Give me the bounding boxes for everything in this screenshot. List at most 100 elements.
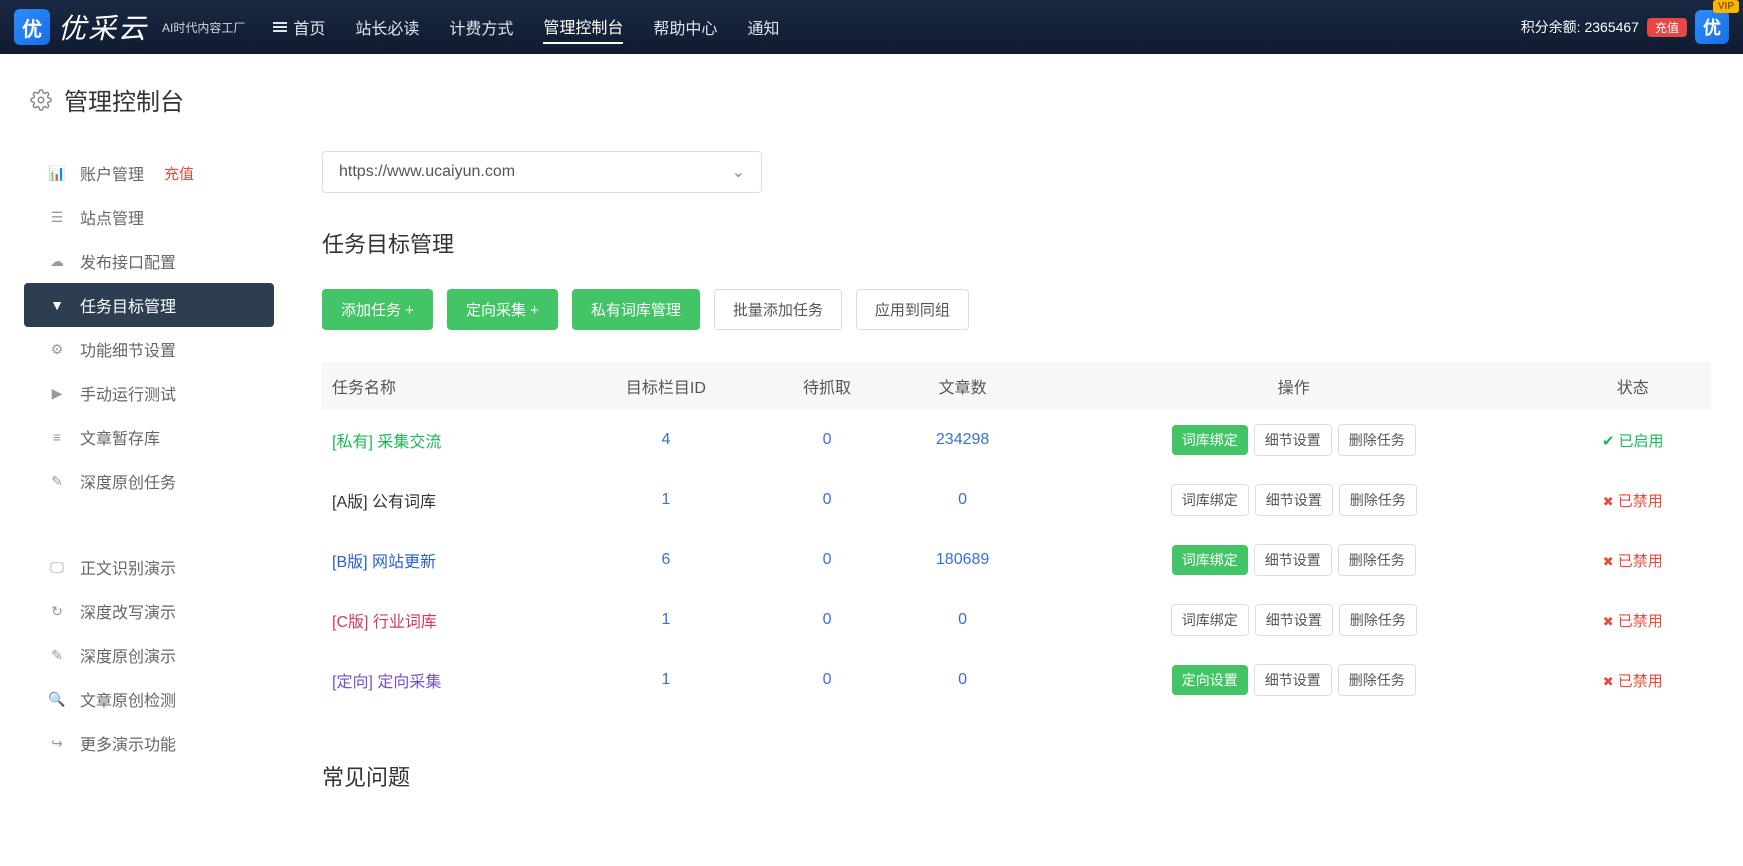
status-badge[interactable]: 已禁用 <box>1603 553 1663 570</box>
task-tag: [私有] <box>332 434 377 451</box>
detail-button[interactable]: 细节设置 <box>1255 604 1333 636</box>
delete-button[interactable]: 删除任务 <box>1338 544 1416 576</box>
pending[interactable]: 0 <box>762 410 892 470</box>
delete-button[interactable]: 删除任务 <box>1339 604 1417 636</box>
tasks-table: 任务名称目标栏目ID待抓取文章数操作状态 [私有] 采集交流40234298词库… <box>322 362 1711 710</box>
status-badge[interactable]: 已启用 <box>1602 433 1664 450</box>
add-task-button[interactable]: 添加任务 + <box>322 289 433 330</box>
pending[interactable]: 0 <box>762 590 892 650</box>
delete-button[interactable]: 删除任务 <box>1338 424 1416 456</box>
sidebar-item[interactable]: ⚙功能细节设置 <box>24 327 274 371</box>
sidebar-item[interactable]: ✎深度原创演示 <box>24 633 274 677</box>
articles[interactable]: 180689 <box>892 530 1033 590</box>
logo-subtitle: AI时代内容工厂 <box>162 19 245 36</box>
logo[interactable]: 优 优采云 AI时代内容工厂 <box>14 7 245 47</box>
avatar[interactable]: 优 VIP <box>1695 10 1729 44</box>
col-id[interactable]: 6 <box>570 530 762 590</box>
sidebar-item[interactable]: ✎深度原创任务 <box>24 459 274 503</box>
task-tag: [定向] <box>332 674 377 691</box>
table-header: 目标栏目ID <box>570 362 762 410</box>
task-tag: [A版] <box>332 494 372 511</box>
status-badge[interactable]: 已禁用 <box>1603 613 1663 630</box>
status-badge[interactable]: 已禁用 <box>1603 493 1663 510</box>
bind-dict-button[interactable]: 词库绑定 <box>1171 604 1249 636</box>
db-icon: ≡ <box>48 429 66 445</box>
nav-item-5[interactable]: 通知 <box>747 11 779 43</box>
bind-dict-button[interactable]: 词库绑定 <box>1171 484 1249 516</box>
list-icon: ☰ <box>48 209 66 226</box>
apply-group-button[interactable]: 应用到同组 <box>856 289 969 330</box>
vip-badge: VIP <box>1713 0 1739 13</box>
bulk-add-button[interactable]: 批量添加任务 <box>714 289 842 330</box>
col-id[interactable]: 4 <box>570 410 762 470</box>
sidebar-item[interactable]: ▶手动运行测试 <box>24 371 274 415</box>
table-header: 文章数 <box>892 362 1033 410</box>
task-name[interactable]: 定向采集 <box>377 674 441 691</box>
table-row: [A版] 公有词库100词库绑定细节设置删除任务已禁用 <box>322 470 1711 530</box>
sidebar-item-label: 任务目标管理 <box>80 293 176 317</box>
private-dict-button[interactable]: 私有词库管理 <box>572 289 700 330</box>
bind-dict-button[interactable]: 定向设置 <box>1172 665 1248 695</box>
pending[interactable]: 0 <box>762 650 892 710</box>
articles[interactable]: 0 <box>892 590 1033 650</box>
table-header: 任务名称 <box>322 362 570 410</box>
nav-item-2[interactable]: 计费方式 <box>449 11 513 43</box>
balance-label: 积分余额: 2365467 <box>1521 17 1639 37</box>
section-title: 任务目标管理 <box>322 227 1711 259</box>
pending[interactable]: 0 <box>762 530 892 590</box>
sidebar: 📊账户管理充值☰站点管理☁发布接口配置▼任务目标管理⚙功能细节设置▶手动运行测试… <box>24 151 274 792</box>
sidebar-item[interactable]: ↪ 更多演示功能 <box>24 721 274 765</box>
pending[interactable]: 0 <box>762 470 892 530</box>
articles[interactable]: 0 <box>892 470 1033 530</box>
detail-button[interactable]: 细节设置 <box>1254 424 1332 456</box>
nav-item-0[interactable]: 首页 <box>273 11 325 43</box>
sidebar-badge: 充值 <box>164 163 194 184</box>
site-select[interactable]: https://www.ucaiyun.com ⌄ <box>322 151 762 193</box>
sidebar-item[interactable]: 📊账户管理充值 <box>24 151 274 195</box>
table-row: [定向] 定向采集100定向设置细节设置删除任务已禁用 <box>322 650 1711 710</box>
col-id[interactable]: 1 <box>570 590 762 650</box>
sidebar-item-label: 文章原创检测 <box>80 687 176 711</box>
page-title: 管理控制台 <box>64 82 184 117</box>
logo-icon: 优 <box>14 9 50 45</box>
articles[interactable]: 0 <box>892 650 1033 710</box>
task-name[interactable]: 网站更新 <box>372 554 436 571</box>
sidebar-item[interactable]: ≡ 文章暂存库 <box>24 415 274 459</box>
table-header: 操作 <box>1033 362 1555 410</box>
sidebar-item-label: 更多演示功能 <box>80 731 176 755</box>
monitor-icon: 🖵 <box>48 559 66 576</box>
nav-right: 积分余额: 2365467 充值 优 VIP <box>1521 10 1729 44</box>
delete-button[interactable]: 删除任务 <box>1338 664 1416 696</box>
page-body: 管理控制台 📊账户管理充值☰站点管理☁发布接口配置▼任务目标管理⚙功能细节设置▶… <box>0 54 1743 820</box>
sidebar-item-label: 账户管理 <box>80 161 144 185</box>
detail-button[interactable]: 细节设置 <box>1254 544 1332 576</box>
sidebar-item[interactable]: ↻深度改写演示 <box>24 589 274 633</box>
sidebar-item-label: 深度改写演示 <box>80 599 176 623</box>
task-name[interactable]: 行业词库 <box>373 614 437 631</box>
nav-item-4[interactable]: 帮助中心 <box>653 11 717 43</box>
share-icon: ↪ <box>48 735 66 752</box>
task-name[interactable]: 采集交流 <box>377 434 441 451</box>
task-name[interactable]: 公有词库 <box>372 494 436 511</box>
main-content: https://www.ucaiyun.com ⌄ 任务目标管理 添加任务 + … <box>274 151 1719 792</box>
delete-button[interactable]: 删除任务 <box>1339 484 1417 516</box>
detail-button[interactable]: 细节设置 <box>1255 484 1333 516</box>
table-header: 状态 <box>1555 362 1711 410</box>
nav-item-3[interactable]: 管理控制台 <box>543 10 623 44</box>
nav-item-1[interactable]: 站长必读 <box>355 11 419 43</box>
bind-dict-button[interactable]: 词库绑定 <box>1172 425 1248 455</box>
sidebar-item[interactable]: 🖵正文识别演示 <box>24 545 274 589</box>
sidebar-item[interactable]: 🔍文章原创检测 <box>24 677 274 721</box>
sidebar-item[interactable]: ☰站点管理 <box>24 195 274 239</box>
targeted-collect-button[interactable]: 定向采集 + <box>447 289 558 330</box>
recharge-button[interactable]: 充值 <box>1647 18 1687 37</box>
sidebar-item[interactable]: ▼任务目标管理 <box>24 283 274 327</box>
detail-button[interactable]: 细节设置 <box>1254 664 1332 696</box>
bind-dict-button[interactable]: 词库绑定 <box>1172 545 1248 575</box>
sidebar-item[interactable]: ☁发布接口配置 <box>24 239 274 283</box>
status-badge[interactable]: 已禁用 <box>1603 673 1663 690</box>
col-id[interactable]: 1 <box>570 470 762 530</box>
sidebar-item-label: 文章暂存库 <box>80 425 160 449</box>
articles[interactable]: 234298 <box>892 410 1033 470</box>
col-id[interactable]: 1 <box>570 650 762 710</box>
